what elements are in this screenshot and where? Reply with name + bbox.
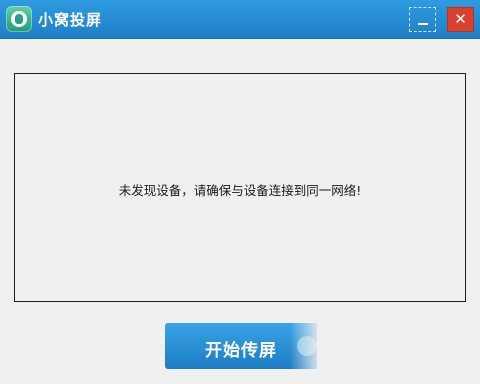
device-list-panel: 未发现设备，请确保与设备连接到同一网络!	[14, 73, 466, 302]
title-bar: 小窝投屏 ✕	[0, 0, 480, 39]
close-icon: ✕	[454, 10, 467, 28]
no-device-message: 未发现设备，请确保与设备连接到同一网络!	[118, 183, 362, 198]
start-casting-label: 开始传屏	[205, 341, 277, 361]
app-logo-icon	[6, 6, 32, 32]
window-title: 小窝投屏	[38, 11, 103, 29]
minimize-button[interactable]	[409, 7, 436, 32]
close-button[interactable]: ✕	[447, 7, 474, 32]
minimize-icon	[418, 23, 428, 25]
button-fade-overlay	[290, 323, 470, 369]
